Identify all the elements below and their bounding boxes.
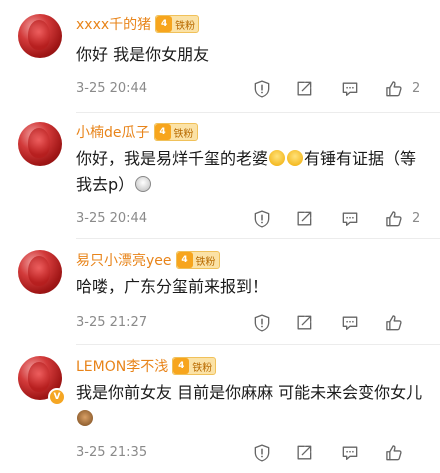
peek-emoji-icon xyxy=(135,176,152,192)
username[interactable]: 易只小漂亮yee xyxy=(76,250,172,270)
comment-text-part: 我是你前女友 目前是你麻麻 可能未来会变你女儿 xyxy=(76,383,423,402)
fan-badge: 4 铁粉 xyxy=(175,251,220,269)
comment-time: 3-25 21:35 xyxy=(76,445,148,460)
share-icon[interactable] xyxy=(292,208,316,230)
report-icon[interactable] xyxy=(250,78,274,100)
report-icon[interactable] xyxy=(250,208,274,230)
report-icon[interactable] xyxy=(250,442,274,464)
badge-level: 4 xyxy=(173,358,190,374)
fan-badge: 4 铁粉 xyxy=(153,123,198,141)
comment-text-part: 你好，我是易烊千玺的老婆 xyxy=(76,149,269,168)
like-icon[interactable] xyxy=(382,442,406,464)
divider xyxy=(76,112,440,113)
avatar[interactable] xyxy=(18,14,62,58)
see-no-evil-monkey-icon xyxy=(77,410,93,426)
comment-text: 你好，我是易烊千玺的老婆 有锤有证据（等我去p） xyxy=(76,146,424,198)
badge-label: 铁粉 xyxy=(173,128,194,140)
comment-time: 3-25 21:27 xyxy=(76,315,148,330)
comment-icon[interactable] xyxy=(338,208,362,230)
badge-level: 4 xyxy=(176,252,193,268)
comment-text: 哈喽，广东分玺前来报到！ xyxy=(76,277,269,296)
divider xyxy=(76,344,440,345)
badge-label: 铁粉 xyxy=(175,20,196,32)
comment-icon[interactable] xyxy=(338,78,362,100)
badge-level: 4 xyxy=(154,124,171,140)
like-count: 2 xyxy=(412,81,421,96)
comment-icon[interactable] xyxy=(338,312,362,334)
share-icon[interactable] xyxy=(292,312,316,334)
divider xyxy=(76,238,440,239)
grin-emoji-icon xyxy=(269,150,286,166)
like-count: 2 xyxy=(412,211,421,226)
username[interactable]: LEMON李不浅 xyxy=(76,356,168,376)
verified-badge-icon: V xyxy=(48,388,66,406)
share-icon[interactable] xyxy=(292,442,316,464)
like-icon[interactable] xyxy=(382,312,406,334)
avatar[interactable] xyxy=(18,122,62,166)
avatar[interactable] xyxy=(18,250,62,294)
comment-icon[interactable] xyxy=(338,442,362,464)
share-icon[interactable] xyxy=(292,78,316,100)
comment-time: 3-25 20:44 xyxy=(76,211,148,226)
badge-label: 铁粉 xyxy=(195,256,216,268)
username[interactable]: xxxx千的猪 xyxy=(76,14,151,34)
badge-label: 铁粉 xyxy=(192,362,213,374)
comment-text: 我是你前女友 目前是你麻麻 可能未来会变你女儿 xyxy=(76,380,424,432)
like-icon[interactable] xyxy=(382,78,406,100)
username[interactable]: 小楠de瓜子 xyxy=(76,122,150,142)
fan-badge: 4 铁粉 xyxy=(172,357,217,375)
report-icon[interactable] xyxy=(250,312,274,334)
comment-text: 你好 我是你女朋友 xyxy=(76,45,210,64)
comment-time: 3-25 20:44 xyxy=(76,81,148,96)
like-icon[interactable] xyxy=(382,208,406,230)
badge-level: 4 xyxy=(156,16,173,32)
grin-emoji-icon xyxy=(287,150,304,166)
fan-badge: 4 铁粉 xyxy=(155,15,200,33)
